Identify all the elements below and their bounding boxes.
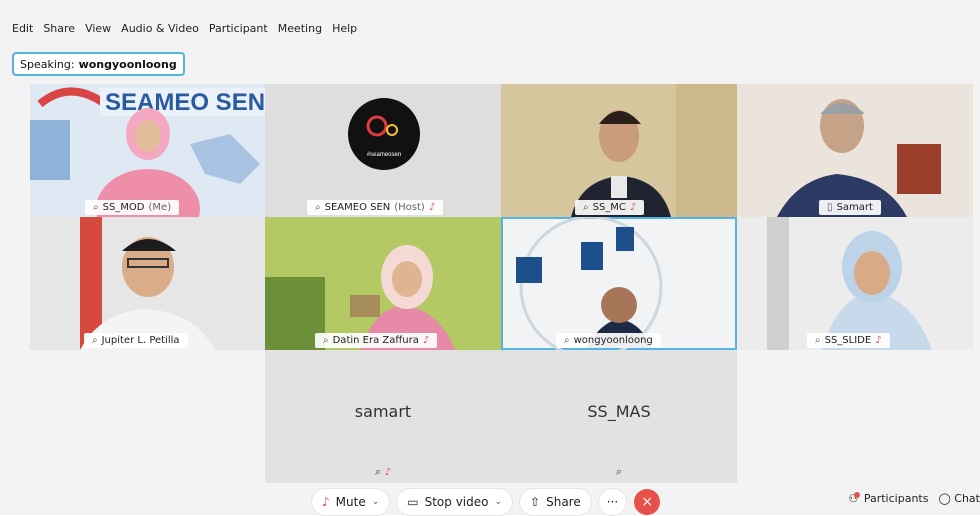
notification-dot bbox=[854, 492, 861, 498]
video-tile-ss-mc[interactable]: ⌕ SS_MC ♪ bbox=[501, 84, 737, 217]
participant-name: Jupiter L. Petilla bbox=[101, 335, 180, 346]
menu-help[interactable]: Help bbox=[332, 22, 357, 35]
participant-name: SS_MOD bbox=[102, 202, 145, 213]
video-tile-ss-slide[interactable]: ⌕ SS_SLIDE ♪ bbox=[737, 217, 973, 350]
mic-icon: ▯ bbox=[827, 202, 833, 213]
datin-video bbox=[265, 217, 501, 350]
close-icon: × bbox=[641, 494, 654, 510]
more-icon: ··· bbox=[606, 495, 619, 509]
participant-name: SEAMEO SEN bbox=[324, 202, 391, 213]
mic-icon: ⌕ bbox=[92, 335, 98, 346]
seameo-logo-avatar: #seameosen bbox=[265, 84, 501, 217]
tile-label: ⌕ SEAMEO SEN (Host) ♪ bbox=[307, 200, 444, 215]
mic-muted-icon: ♪ bbox=[428, 202, 436, 213]
meeting-window: Edit Share View Audio & Video Participan… bbox=[0, 0, 980, 515]
participant-name: wongyoonloong bbox=[573, 335, 653, 346]
ss-mod-video: SEAMEO SEN bbox=[30, 84, 265, 217]
mic-muted-icon: ♪ bbox=[422, 335, 430, 346]
tile-label: ⌕ Datin Era Zaffura ♪ bbox=[315, 333, 438, 348]
menu-audio-video[interactable]: Audio & Video bbox=[121, 22, 199, 35]
mic-icon: ⌕ bbox=[323, 335, 329, 346]
participants-button[interactable]: ⚇ Participants bbox=[848, 492, 928, 505]
more-button[interactable]: ··· bbox=[598, 489, 627, 515]
share-icon: ⇧ bbox=[530, 495, 541, 509]
chat-button[interactable]: ◯ Chat bbox=[938, 492, 980, 505]
menu-bar: Edit Share View Audio & Video Participan… bbox=[0, 18, 357, 38]
share-button[interactable]: ⇧ Share bbox=[520, 489, 591, 515]
menu-share[interactable]: Share bbox=[43, 22, 75, 35]
stop-video-label: Stop video bbox=[424, 495, 489, 509]
mute-button[interactable]: ♪ Mute ⌄ bbox=[312, 489, 390, 515]
participant-name: SS_MAS bbox=[587, 402, 651, 421]
participant-name: samart bbox=[354, 402, 412, 421]
mic-icon: ♪ bbox=[322, 495, 330, 509]
mic-icon: ⌕ bbox=[815, 335, 821, 346]
tile-status-icons: ⌕ bbox=[501, 465, 737, 479]
meeting-toolbar: ♪ Mute ⌄ ▭ Stop video ⌄ ⇧ Share ··· × bbox=[312, 488, 661, 516]
mute-label: Mute bbox=[335, 495, 366, 509]
video-tile-seameo-sen[interactable]: #seameosen ⌕ SEAMEO SEN (Host) ♪ bbox=[265, 84, 501, 217]
chevron-down-icon[interactable]: ⌄ bbox=[372, 497, 380, 507]
menu-meeting[interactable]: Meeting bbox=[278, 22, 322, 35]
video-tile-jupiter[interactable]: ⌕ Jupiter L. Petilla bbox=[30, 217, 265, 350]
host-tag: (Host) bbox=[394, 202, 425, 213]
video-tile-samart[interactable]: ▯ Samart bbox=[737, 84, 973, 217]
mic-muted-icon: ♪ bbox=[629, 202, 637, 213]
participant-name: Samart bbox=[836, 202, 873, 213]
tile-status-icons: ⌕ ♪ bbox=[265, 465, 501, 479]
speaking-prefix: Speaking: bbox=[20, 57, 75, 71]
mic-icon: ⌕ bbox=[374, 465, 382, 478]
logo-text: #seameosen bbox=[367, 152, 401, 158]
camera-icon: ▭ bbox=[407, 495, 419, 509]
participant-name: SS_MC bbox=[592, 202, 626, 213]
me-tag: (Me) bbox=[148, 202, 172, 213]
mic-muted-icon: ♪ bbox=[384, 467, 392, 478]
chat-icon: ◯ bbox=[938, 492, 951, 505]
participants-label: Participants bbox=[863, 492, 929, 505]
speaking-name: wongyoonloong bbox=[78, 57, 177, 71]
menu-participant[interactable]: Participant bbox=[209, 22, 268, 35]
video-tile-samart-off[interactable]: samart ⌕ ♪ bbox=[265, 350, 501, 483]
jupiter-video bbox=[30, 217, 265, 350]
mic-muted-icon: ♪ bbox=[875, 335, 882, 346]
tile-label: ⌕ wongyoonloong bbox=[556, 333, 661, 348]
video-tile-datin[interactable]: ⌕ Datin Era Zaffura ♪ bbox=[265, 217, 501, 350]
chat-label: Chat bbox=[954, 492, 980, 505]
right-toolbar: ⚇ Participants ◯ Chat bbox=[848, 492, 980, 505]
end-meeting-button[interactable]: × bbox=[634, 489, 661, 515]
tile-label: ▯ Samart bbox=[819, 200, 881, 215]
mic-icon: ⌕ bbox=[315, 202, 321, 213]
video-tile-wongyoonloong[interactable]: ⌕ wongyoonloong bbox=[501, 217, 737, 350]
mic-icon: ⌕ bbox=[615, 465, 623, 478]
wongyoonloong-video bbox=[503, 217, 735, 350]
tile-label: ⌕ Jupiter L. Petilla bbox=[84, 333, 188, 348]
participant-name: SS_SLIDE bbox=[824, 335, 872, 346]
video-tile-ss-mod[interactable]: SEAMEO SEN ⌕ SS_MOD (Me) bbox=[30, 84, 265, 217]
ss-mc-video bbox=[501, 84, 737, 217]
tile-label: ⌕ SS_MOD (Me) bbox=[85, 200, 180, 215]
mic-icon: ⌕ bbox=[564, 335, 570, 346]
share-label: Share bbox=[546, 495, 581, 509]
svg-text:SEAMEO SEN: SEAMEO SEN bbox=[105, 89, 265, 116]
speaking-indicator: Speaking: wongyoonloong bbox=[12, 52, 185, 76]
video-tile-ss-mas[interactable]: SS_MAS ⌕ bbox=[501, 350, 737, 483]
ss-slide-video bbox=[737, 217, 973, 350]
tile-label: ⌕ SS_SLIDE ♪ bbox=[807, 333, 890, 348]
participant-name: Datin Era Zaffura bbox=[332, 335, 419, 346]
menu-edit[interactable]: Edit bbox=[12, 22, 33, 35]
stop-video-button[interactable]: ▭ Stop video ⌄ bbox=[397, 489, 513, 515]
mic-icon: ⌕ bbox=[93, 202, 99, 213]
tile-label: ⌕ SS_MC ♪ bbox=[575, 200, 645, 215]
menu-view[interactable]: View bbox=[85, 22, 111, 35]
chevron-down-icon[interactable]: ⌄ bbox=[494, 497, 502, 507]
mic-icon: ⌕ bbox=[583, 202, 589, 213]
samart-video bbox=[737, 84, 973, 217]
